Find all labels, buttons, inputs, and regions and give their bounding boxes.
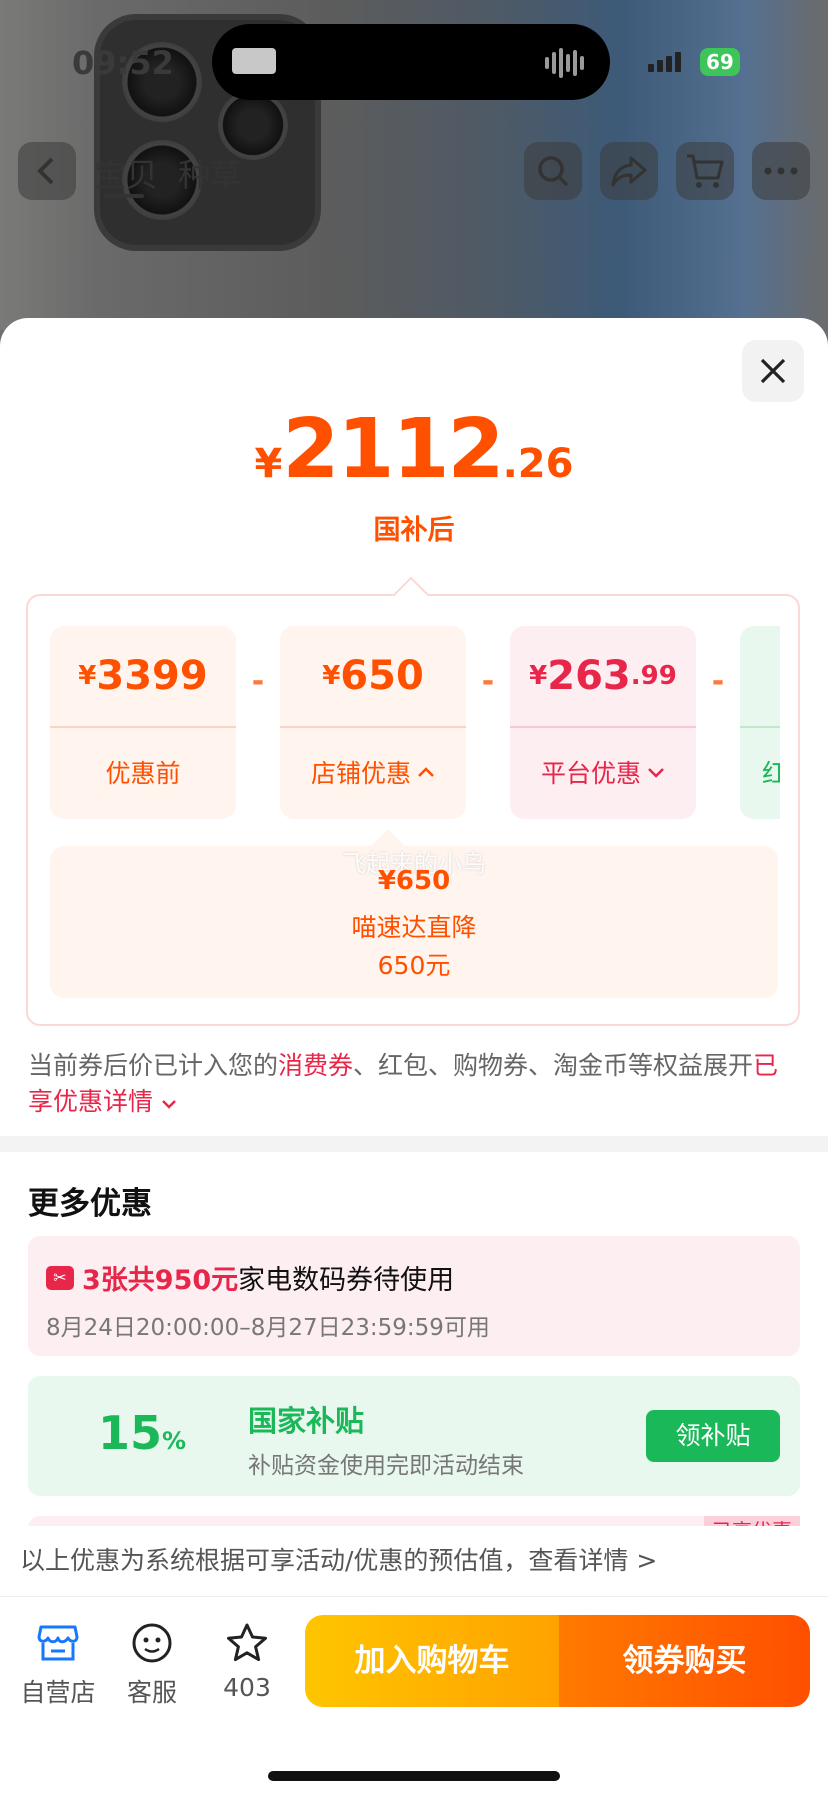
card-platform-discount[interactable]: ¥263.99 平台优惠 xyxy=(510,626,696,819)
card-amount: 263 xyxy=(547,653,631,699)
top-navigation: 宝贝 种草 xyxy=(0,142,828,202)
detail-line2: 650元 xyxy=(377,951,451,980)
search-icon xyxy=(538,156,569,187)
media-thumbnail-icon xyxy=(232,48,276,74)
tab-zhongcao[interactable]: 种草 xyxy=(178,150,242,196)
more-dots-icon xyxy=(764,167,798,175)
card-subsidy-discount[interactable]: ¥ 红 xyxy=(740,626,780,819)
disclaimer-link[interactable]: 以上优惠为系统根据可享活动/优惠的预估值，查看详情 > xyxy=(0,1526,828,1596)
final-price: ¥2112.26 xyxy=(0,402,828,497)
signal-icon xyxy=(648,52,681,72)
price-detail-sheet: ¥2112.26 国补后 ¥3399 优惠前 - ¥650 店铺优惠 - ¥ 2… xyxy=(0,318,828,1796)
back-button[interactable] xyxy=(18,142,76,200)
subsidy-desc: 补贴资金使用完即活动结束 xyxy=(248,1453,524,1479)
claim-coupon-buy-button[interactable]: 领券购买 xyxy=(559,1615,810,1707)
ticket-icon: ✂ xyxy=(46,1265,74,1290)
status-time: 09:52 xyxy=(72,44,174,82)
audio-wave-icon xyxy=(545,48,590,78)
cart-icon xyxy=(687,154,724,188)
coupon-card[interactable]: ✂ 3张共950元家电数码券待使用 8月24日20:00:00–8月27日23:… xyxy=(28,1236,800,1356)
tab-baobei[interactable]: 宝贝 xyxy=(94,150,158,196)
card-original-price: ¥3399 优惠前 xyxy=(50,626,236,819)
detail-amount: ¥650 xyxy=(377,866,451,896)
active-tab-indicator xyxy=(104,194,144,198)
claim-subsidy-button[interactable]: 领补贴 xyxy=(646,1410,780,1462)
card-store-discount[interactable]: ¥650 店铺优惠 xyxy=(280,626,466,819)
card-decimal: .99 xyxy=(630,661,677,691)
share-icon xyxy=(611,156,647,187)
section-divider xyxy=(0,1136,828,1152)
chevron-down-icon xyxy=(162,1100,176,1109)
price-integer: 2112 xyxy=(282,402,504,497)
star-icon xyxy=(227,1623,267,1662)
share-button[interactable] xyxy=(600,142,658,200)
store-label: 自营店 xyxy=(20,1678,96,1707)
customer-service-icon xyxy=(132,1623,172,1663)
card-symbol: ¥ xyxy=(322,661,341,691)
store-icon xyxy=(37,1625,79,1661)
more-offers-title: 更多优惠 xyxy=(28,1186,152,1222)
search-button[interactable] xyxy=(524,142,582,200)
currency-symbol: ¥ xyxy=(254,441,283,487)
more-button[interactable] xyxy=(752,142,810,200)
subsidy-percent-sign: % xyxy=(162,1427,187,1455)
favorite-button[interactable]: 403 xyxy=(212,1619,282,1702)
add-to-cart-button[interactable]: 加入购物车 xyxy=(305,1615,559,1707)
card-amount: 3399 xyxy=(96,653,208,699)
close-button[interactable] xyxy=(742,340,804,402)
subsidy-name: 国家补贴 xyxy=(248,1404,365,1438)
breakdown-cards: ¥3399 优惠前 - ¥650 店铺优惠 - ¥263.99 平台优惠 - 红 xyxy=(50,626,780,821)
subsidy-percent-value: 15 xyxy=(98,1406,163,1460)
pointer-notch xyxy=(392,576,430,614)
price-label: 国补后 xyxy=(373,515,455,546)
card-label: 优惠前 xyxy=(105,759,181,788)
note-highlight: 消费券 xyxy=(278,1051,354,1080)
coupon-date: 8月24日20:00:00–8月27日23:59:59可用 xyxy=(46,1315,490,1341)
detail-line1: 喵速达直降 xyxy=(351,913,477,942)
phone-screen: 09:52 69 宝贝 种草 ¥2112.26 国补后 ¥ 3399 优惠前 -… xyxy=(0,0,828,1796)
coupon-title: 家电数码券待使用 xyxy=(238,1265,455,1296)
favorite-count: 403 xyxy=(223,1673,271,1702)
price-note: 当前券后价已计入您的消费券、红包、购物券、淘金币等权益展开已享优惠详情 xyxy=(28,1048,788,1120)
card-amount: 650 xyxy=(340,653,424,699)
close-icon xyxy=(760,358,786,384)
card-symbol: ¥ xyxy=(529,661,548,691)
minus-sign: - xyxy=(481,664,495,699)
bottom-action-bar: 自营店 客服 403 加入购物车 领券购买 xyxy=(0,1596,828,1796)
cart-button[interactable] xyxy=(676,142,734,200)
battery-indicator: 69 xyxy=(700,48,740,76)
card-symbol: ¥ xyxy=(78,661,97,691)
subsidy-percent: 15% xyxy=(98,1406,186,1460)
minus-sign: - xyxy=(251,664,265,699)
service-label: 客服 xyxy=(126,1678,177,1707)
card-label: 店铺优惠 xyxy=(310,759,411,788)
battery-level: 69 xyxy=(706,50,734,74)
note-text: 当前券后价已计入您的 xyxy=(28,1051,279,1080)
chevron-left-icon xyxy=(37,157,54,185)
coupon-highlight: 3张共950元 xyxy=(82,1265,239,1296)
minus-sign: - xyxy=(711,664,725,699)
chevron-up-icon xyxy=(418,767,434,777)
service-button[interactable]: 客服 xyxy=(118,1619,186,1709)
note-text-rest: 、红包、购物券、淘金币等权益展开 xyxy=(353,1051,754,1080)
store-button[interactable]: 自营店 xyxy=(18,1619,98,1709)
home-indicator xyxy=(268,1771,560,1781)
card-label: 红 xyxy=(762,759,780,788)
price-decimal: .26 xyxy=(502,441,574,487)
store-discount-detail: 飞起来的小鸟 ¥650 喵速达直降 650元 xyxy=(50,829,778,998)
chevron-down-icon xyxy=(648,768,664,778)
card-label: 平台优惠 xyxy=(540,759,641,788)
subsidy-card: 15% 国家补贴 补贴资金使用完即活动结束 领补贴 xyxy=(28,1376,800,1496)
price-breakdown: ¥3399 优惠前 - ¥650 店铺优惠 - ¥263.99 平台优惠 - 红… xyxy=(26,576,800,1026)
